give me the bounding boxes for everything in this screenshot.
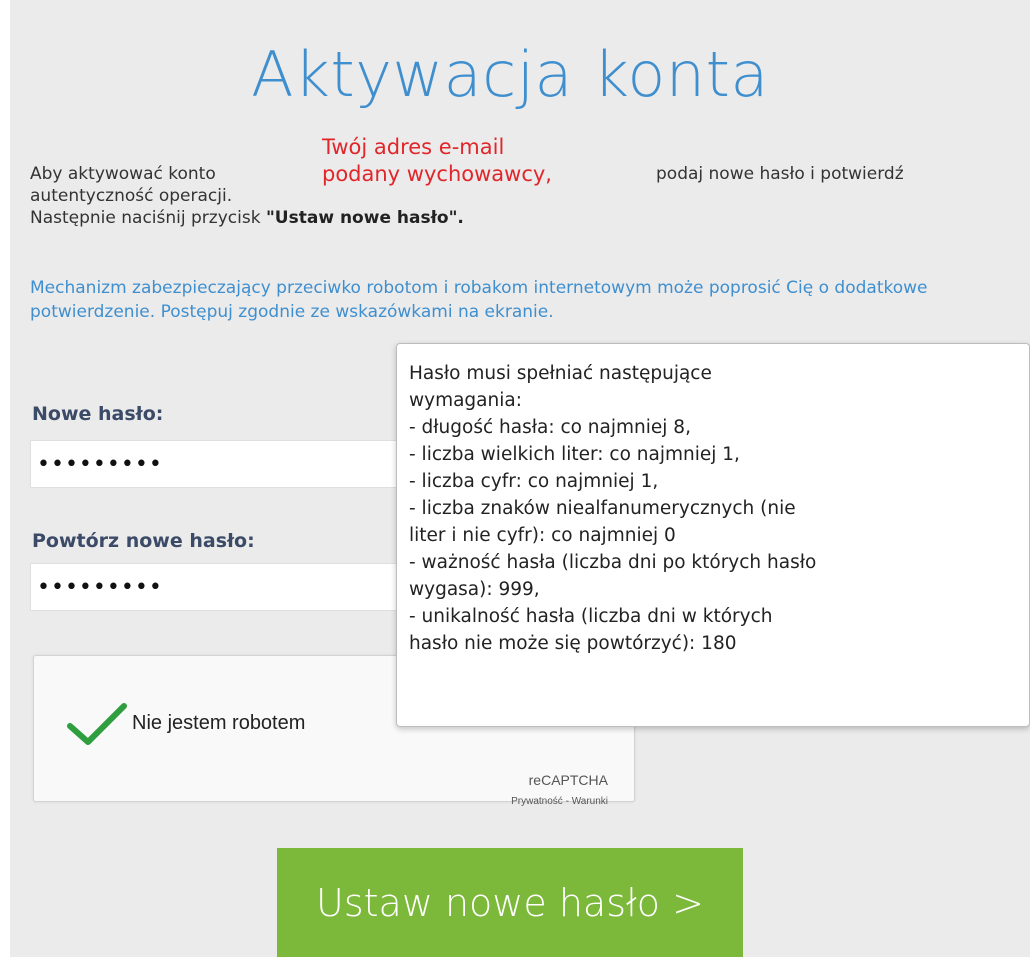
password-requirements-tooltip: Hasło musi spełniać następujące wymagani…	[396, 343, 1030, 727]
intro-line-3-prefix: Następnie naciśnij przycisk	[30, 208, 266, 228]
annotation-line-1: Twój adres e-mail	[322, 135, 505, 159]
page-title: Aktywacja konta	[251, 38, 769, 111]
recaptcha-brand: reCAPTCHA	[528, 772, 608, 788]
recaptcha-privacy-terms-link[interactable]: Prywatność - Warunki	[511, 796, 608, 807]
intro-line-1b: podaj nowe hasło i potwierdź	[656, 164, 904, 184]
intro-line-1a: Aby aktywować konto	[30, 164, 216, 184]
recaptcha-label: Nie jestem robotem	[132, 712, 306, 734]
intro-line-3-button-name: "Ustaw nowe hasło".	[265, 208, 464, 228]
set-new-password-button[interactable]: Ustaw nowe hasło >	[277, 848, 743, 957]
new-password-label: Nowe hasło:	[32, 403, 164, 425]
intro-text: Aby aktywować konto podaj nowe hasło i p…	[30, 163, 904, 229]
security-notice: Mechanizm zabezpieczający przeciwko robo…	[30, 278, 928, 322]
intro-line-2: autentyczność operacji.	[30, 186, 233, 206]
checkmark-icon[interactable]	[66, 700, 128, 748]
intro-line-3: Następnie naciśnij przycisk "Ustaw nowe …	[30, 207, 464, 229]
repeat-password-label: Powtórz nowe hasło:	[32, 530, 255, 552]
